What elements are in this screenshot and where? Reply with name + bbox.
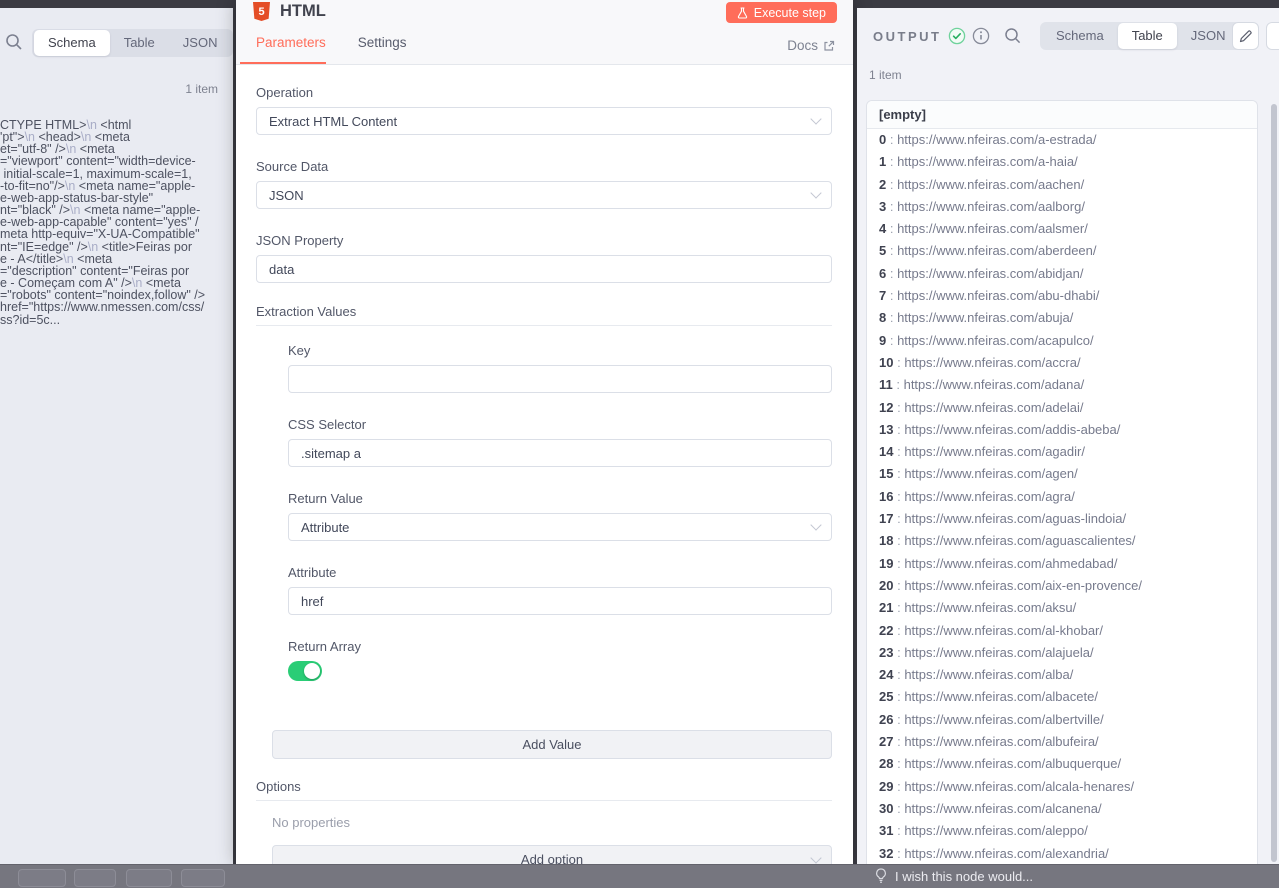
input-schema-text: CTYPE HTML>\n <html'pt">\n <head>\n <met…: [0, 119, 229, 326]
extraction-values-section: Extraction Values: [256, 304, 832, 326]
output-title: OUTPUT: [873, 29, 941, 44]
table-row: 0 : https://www.nfeiras.com/a-estrada/: [867, 129, 1257, 151]
table-row: 20 : https://www.nfeiras.com/aix-en-prov…: [867, 575, 1257, 597]
output-panel: OUTPUT Schema Table JSON 1 item [empty] …: [857, 8, 1279, 864]
table-row: 24 : https://www.nfeiras.com/alba/: [867, 664, 1257, 686]
flask-icon: [737, 7, 748, 19]
source-data-label: Source Data: [256, 159, 832, 174]
operation-label: Operation: [256, 85, 832, 100]
chevron-down-icon: [810, 852, 821, 863]
canvas-overlay-strip: I wish this node would...: [0, 864, 1279, 888]
external-link-icon: [823, 40, 835, 52]
canvas-button-ghost: [181, 869, 225, 887]
input-tab-schema[interactable]: Schema: [34, 30, 110, 56]
input-item-count: 1 item: [185, 82, 218, 96]
add-value-button[interactable]: Add Value: [272, 730, 832, 759]
canvas-button-ghost: [126, 869, 172, 887]
table-row: 30 : https://www.nfeiras.com/alcanena/: [867, 798, 1257, 820]
table-row: 6 : https://www.nfeiras.com/abidjan/: [867, 263, 1257, 285]
input-tab-json[interactable]: JSON: [169, 30, 232, 56]
source-data-select[interactable]: JSON: [256, 181, 832, 209]
input-panel: Schema Table JSON 1 item CTYPE HTML>\n <…: [0, 8, 233, 864]
html5-icon: 5: [253, 2, 270, 21]
table-row: 3 : https://www.nfeiras.com/aalborg/: [867, 196, 1257, 218]
chevron-down-icon: [810, 187, 821, 198]
table-row: 14 : https://www.nfeiras.com/agadir/: [867, 441, 1257, 463]
table-row: 9 : https://www.nfeiras.com/acapulco/: [867, 330, 1257, 352]
tab-parameters[interactable]: Parameters: [256, 35, 326, 64]
node-title: HTML: [280, 2, 326, 21]
key-input[interactable]: [288, 365, 832, 393]
output-tab-json[interactable]: JSON: [1177, 23, 1240, 49]
table-row: 18 : https://www.nfeiras.com/aguascalien…: [867, 530, 1257, 552]
edit-output-button[interactable]: [1232, 22, 1259, 50]
css-selector-label: CSS Selector: [288, 417, 832, 432]
key-label: Key: [288, 343, 832, 358]
return-value-select[interactable]: Attribute: [288, 513, 832, 541]
pin-output-button[interactable]: [1266, 22, 1279, 50]
input-tab-table[interactable]: Table: [110, 30, 169, 56]
table-row: 23 : https://www.nfeiras.com/alajuela/: [867, 642, 1257, 664]
search-icon[interactable]: [5, 33, 23, 51]
pencil-icon: [1239, 30, 1252, 43]
node-feedback-link[interactable]: I wish this node would...: [875, 868, 1033, 884]
operation-select[interactable]: Extract HTML Content: [256, 107, 832, 135]
css-selector-input[interactable]: [288, 439, 832, 467]
table-row: 2 : https://www.nfeiras.com/aachen/: [867, 174, 1257, 196]
table-row: 16 : https://www.nfeiras.com/agra/: [867, 486, 1257, 508]
search-icon[interactable]: [1004, 27, 1022, 45]
table-row: 12 : https://www.nfeiras.com/adelai/: [867, 397, 1257, 419]
docs-link[interactable]: Docs: [787, 38, 835, 53]
no-properties-text: No properties: [272, 815, 832, 830]
success-check-icon: [948, 27, 966, 45]
tab-settings[interactable]: Settings: [358, 35, 407, 64]
table-row: 10 : https://www.nfeiras.com/accra/: [867, 352, 1257, 374]
table-row: 15 : https://www.nfeiras.com/agen/: [867, 463, 1257, 485]
output-tab-table[interactable]: Table: [1118, 23, 1177, 49]
options-section: Options: [256, 779, 832, 801]
node-detail-panel: 5 HTML Execute step Parameters Settings …: [236, 0, 853, 864]
return-value-label: Return Value: [288, 491, 832, 506]
json-property-input[interactable]: [256, 255, 832, 283]
input-view-tabs: Schema Table JSON: [32, 29, 233, 57]
table-row: 25 : https://www.nfeiras.com/albacete/: [867, 686, 1257, 708]
execute-step-button[interactable]: Execute step: [726, 2, 837, 23]
return-array-label: Return Array: [288, 639, 832, 654]
chevron-down-icon: [810, 113, 821, 124]
info-icon[interactable]: [972, 27, 990, 45]
json-property-label: JSON Property: [256, 233, 832, 248]
output-column-header: [empty]: [867, 101, 1257, 129]
table-row: 13 : https://www.nfeiras.com/addis-abeba…: [867, 419, 1257, 441]
table-row: 11 : https://www.nfeiras.com/adana/: [867, 374, 1257, 396]
table-row: 7 : https://www.nfeiras.com/abu-dhabi/: [867, 285, 1257, 307]
canvas-button-ghost: [18, 869, 66, 887]
chevron-down-icon: [810, 519, 821, 530]
node-header: 5 HTML Execute step Parameters Settings …: [236, 0, 853, 65]
table-row: 1 : https://www.nfeiras.com/a-haia/: [867, 151, 1257, 173]
table-row: 28 : https://www.nfeiras.com/albuquerque…: [867, 753, 1257, 775]
active-tab-underline: [240, 62, 326, 64]
attribute-input[interactable]: [288, 587, 832, 615]
output-table: [empty] 0 : https://www.nfeiras.com/a-es…: [866, 100, 1258, 864]
table-row: 26 : https://www.nfeiras.com/albertville…: [867, 709, 1257, 731]
table-row: 8 : https://www.nfeiras.com/abuja/: [867, 307, 1257, 329]
output-item-count: 1 item: [869, 68, 902, 82]
canvas-button-ghost: [74, 869, 116, 887]
table-row: 19 : https://www.nfeiras.com/ahmedabad/: [867, 553, 1257, 575]
table-row: 29 : https://www.nfeiras.com/alcala-hena…: [867, 776, 1257, 798]
table-row: 21 : https://www.nfeiras.com/aksu/: [867, 597, 1257, 619]
output-scrollbar[interactable]: [1271, 104, 1277, 862]
table-row: 5 : https://www.nfeiras.com/aberdeen/: [867, 240, 1257, 262]
return-array-toggle[interactable]: [288, 661, 322, 681]
output-tab-schema[interactable]: Schema: [1042, 23, 1118, 49]
table-row: 31 : https://www.nfeiras.com/aleppo/: [867, 820, 1257, 842]
table-row: 22 : https://www.nfeiras.com/al-khobar/: [867, 620, 1257, 642]
table-row: 32 : https://www.nfeiras.com/alexandria/: [867, 843, 1257, 865]
lightbulb-icon: [875, 868, 887, 884]
table-row: 17 : https://www.nfeiras.com/aguas-lindo…: [867, 508, 1257, 530]
table-row: 4 : https://www.nfeiras.com/aalsmer/: [867, 218, 1257, 240]
attribute-label: Attribute: [288, 565, 832, 580]
table-row: 27 : https://www.nfeiras.com/albufeira/: [867, 731, 1257, 753]
output-view-tabs: Schema Table JSON: [1040, 22, 1241, 50]
